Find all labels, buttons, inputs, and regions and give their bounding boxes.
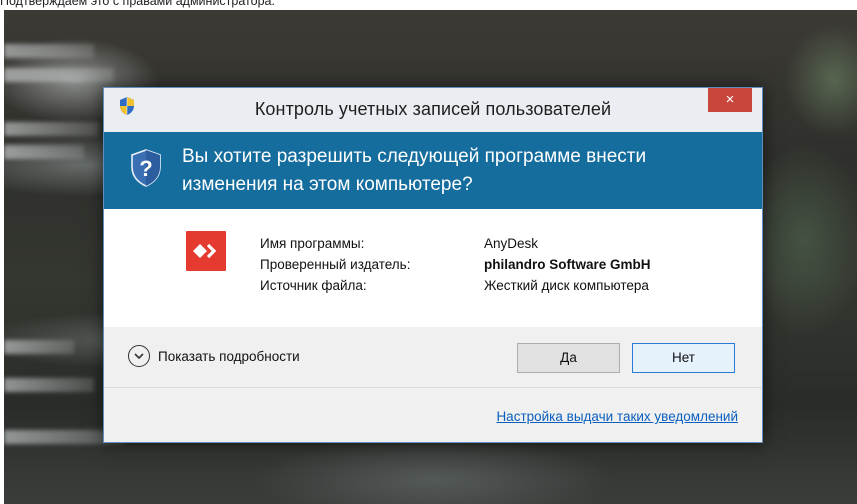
show-details-toggle[interactable]: Показать подробности <box>128 345 300 367</box>
program-info-panel: Имя программы: AnyDesk Проверенный издат… <box>104 209 762 327</box>
file-source-value: Жесткий диск компьютера <box>484 278 649 293</box>
dialog-footer: Показать подробности Да Нет <box>104 327 762 387</box>
dialog-header-banner: ? Вы хотите разрешить следующей программ… <box>104 132 762 209</box>
waterfall-detail <box>4 44 94 58</box>
no-button[interactable]: Нет <box>632 343 735 373</box>
close-icon: × <box>725 91 735 108</box>
uac-shield-question-icon: ? <box>131 149 161 187</box>
waterfall-detail <box>4 68 114 82</box>
chevron-down-circle-icon <box>128 345 150 367</box>
yes-button[interactable]: Да <box>517 343 620 373</box>
file-source-label: Источник файла: <box>260 278 367 293</box>
program-name-value: AnyDesk <box>484 236 539 251</box>
page-caption: Подтверждаем это с правами администратор… <box>0 0 275 8</box>
footer-divider <box>104 387 762 388</box>
dialog-question-line1: Вы хотите разрешить следующей программе … <box>182 146 647 167</box>
notification-settings-link[interactable]: Настройка выдачи таких уведомлений <box>496 409 738 424</box>
dialog-titlebar: Контроль учетных записей пользователей × <box>104 88 762 132</box>
publisher-label: Проверенный издатель: <box>260 257 411 272</box>
program-name-label: Имя программы: <box>260 236 365 251</box>
show-details-label: Показать подробности <box>158 348 300 364</box>
dialog-question: Вы хотите разрешить следующей программе … <box>182 143 742 199</box>
waterfall-detail <box>4 122 99 136</box>
dialog-title: Контроль учетных записей пользователей <box>254 99 612 119</box>
publisher-value: philandro Software GmbH <box>484 257 651 272</box>
waterfall-detail <box>4 145 84 159</box>
waterfall-detail <box>4 340 74 354</box>
svg-text:?: ? <box>139 156 152 181</box>
close-button[interactable]: × <box>708 88 752 112</box>
waterfall-detail <box>4 378 94 392</box>
dialog-question-line2: изменения на этом компьютере? <box>182 174 473 195</box>
anydesk-logo-icon <box>186 231 226 271</box>
uac-dialog: Контроль учетных записей пользователей ×… <box>103 87 763 443</box>
